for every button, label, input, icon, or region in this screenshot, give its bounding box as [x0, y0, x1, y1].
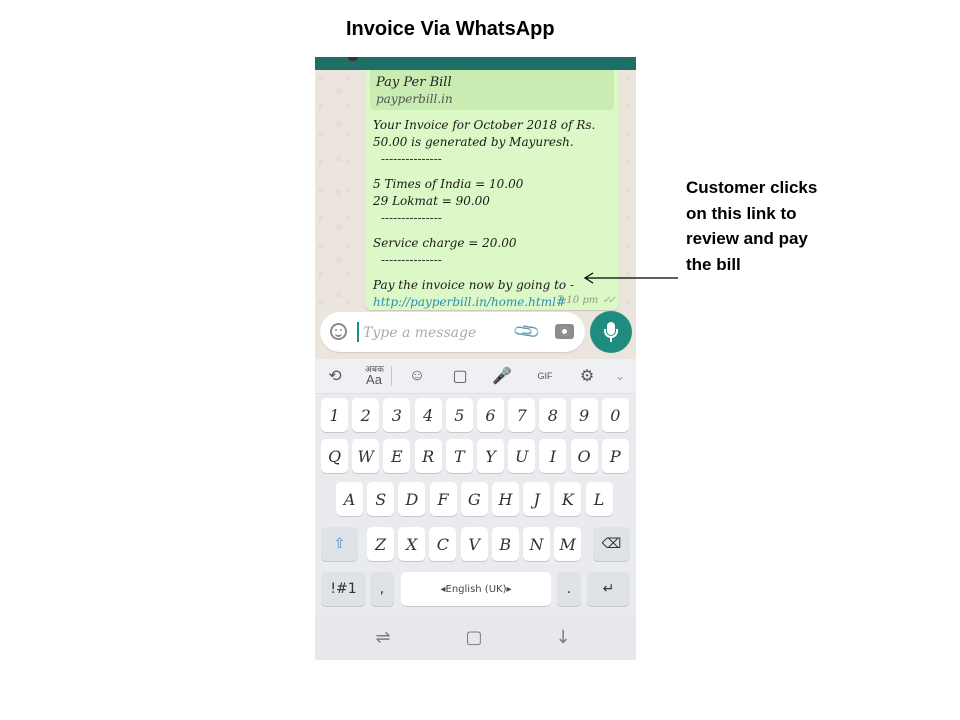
key-u[interactable]: U [508, 439, 536, 473]
period-key[interactable]: . [557, 572, 581, 606]
microphone-button[interactable] [590, 311, 632, 353]
gif-icon[interactable]: GIF [533, 364, 557, 388]
link-preview-title: Pay Per Bill [376, 75, 452, 90]
keyboard: ⟲ अबक Aa ☺ ▢ 🎤 GIF ⚙ ⌄ 1234567890QWERTYU… [315, 359, 636, 617]
message-meta: 7:10 pm ✓✓ [556, 295, 616, 306]
key-k[interactable]: K [554, 482, 582, 516]
smiley-icon[interactable]: ☺ [405, 364, 429, 388]
invoice-line-2: 50.00 is generated by Mayuresh. [373, 135, 574, 149]
message-input-row: 📎 [315, 309, 636, 359]
key-0[interactable]: 0 [601, 398, 629, 432]
sticker-icon[interactable]: ▢ [448, 364, 472, 388]
item-line: 5 Times of India = 10.00 [373, 177, 524, 191]
key-d[interactable]: D [398, 482, 426, 516]
key-v[interactable]: V [460, 527, 488, 561]
key-z[interactable]: Z [367, 527, 394, 561]
text-cursor [357, 322, 359, 342]
key-s[interactable]: S [367, 482, 395, 516]
back-icon[interactable]: ↓ [553, 628, 573, 648]
key-m[interactable]: M [554, 527, 582, 561]
key-l[interactable]: L [585, 482, 613, 516]
key-8[interactable]: 8 [539, 398, 567, 432]
key-o[interactable]: O [570, 439, 598, 473]
key-x[interactable]: X [398, 527, 426, 561]
message-input-pill: 📎 [320, 312, 585, 352]
key-7[interactable]: 7 [508, 398, 536, 432]
key-b[interactable]: B [491, 527, 519, 561]
symbols-key[interactable]: !#1 [321, 572, 366, 606]
annotation-arrow [583, 272, 678, 284]
chat-header [315, 57, 636, 70]
annotation-callout: Customer clicks on this link to review a… [686, 178, 818, 274]
space-bar[interactable]: ◂ English (UK) ▸ [401, 572, 551, 606]
key-e[interactable]: E [383, 439, 411, 473]
system-navbar: ⇌ ▢ ↓ [315, 617, 636, 660]
space-bar-label: English (UK) [445, 583, 507, 595]
collapse-chevron-icon[interactable]: ⌄ [610, 364, 630, 388]
message-input[interactable] [361, 320, 515, 346]
invoice-line-1: Your Invoice for October 2018 of Rs. [373, 118, 596, 132]
backspace-key[interactable]: ⌫ [593, 527, 630, 561]
voice-input-icon[interactable]: 🎤 [490, 364, 514, 388]
shift-key[interactable]: ⇧ [321, 527, 358, 561]
key-q[interactable]: Q [321, 439, 348, 473]
key-i[interactable]: I [539, 439, 567, 473]
divider-line: --------------- [381, 152, 442, 166]
divider-line: --------------- [381, 253, 442, 267]
key-y[interactable]: Y [477, 439, 504, 473]
key-9[interactable]: 9 [570, 398, 598, 432]
key-1[interactable]: 1 [321, 398, 348, 432]
contact-avatar[interactable] [348, 57, 358, 61]
translate-icon[interactable]: ⟲ [323, 364, 347, 388]
slide-title: Invoice Via WhatsApp [346, 18, 555, 40]
key-c[interactable]: C [429, 527, 457, 561]
comma-key[interactable]: , [370, 572, 394, 606]
item-line: 29 Lokmat = 90.00 [373, 194, 490, 208]
settings-icon[interactable]: ⚙ [575, 364, 599, 388]
key-3[interactable]: 3 [383, 398, 411, 432]
home-icon[interactable]: ▢ [464, 628, 484, 648]
link-preview[interactable]: Pay Per Bill payperbill.in [370, 70, 614, 110]
key-t[interactable]: T [445, 439, 473, 473]
key-h[interactable]: H [492, 482, 519, 516]
key-r[interactable]: R [414, 439, 442, 473]
key-a[interactable]: A [336, 482, 363, 516]
key-5[interactable]: 5 [445, 398, 473, 432]
service-charge-line: Service charge = 20.00 [373, 236, 517, 250]
double-check-icon: ✓✓ [602, 295, 616, 306]
key-g[interactable]: G [460, 482, 488, 516]
key-2[interactable]: 2 [352, 398, 380, 432]
divider-line: --------------- [381, 211, 442, 225]
language-small-label: अबक [365, 364, 384, 374]
paperclip-icon[interactable]: 📎 [512, 316, 542, 346]
key-4[interactable]: 4 [414, 398, 442, 432]
key-n[interactable]: N [523, 527, 550, 561]
keyboard-toolbar: ⟲ अबक Aa ☺ ▢ 🎤 GIF ⚙ ⌄ [315, 359, 636, 394]
key-p[interactable]: P [601, 439, 629, 473]
link-preview-domain: payperbill.in [376, 92, 453, 106]
enter-key[interactable]: ↵ [587, 572, 630, 606]
phone-screenshot: Pay Per Bill payperbill.in Your Invoice … [315, 57, 636, 660]
key-6[interactable]: 6 [477, 398, 504, 432]
key-j[interactable]: J [523, 482, 551, 516]
language-switch-button[interactable]: अबक Aa [361, 364, 387, 388]
message-time: 7:10 pm [556, 295, 599, 306]
camera-icon[interactable] [555, 324, 574, 339]
key-w[interactable]: W [352, 439, 380, 473]
recent-apps-icon[interactable]: ⇌ [373, 628, 393, 648]
key-f[interactable]: F [429, 482, 457, 516]
emoji-icon[interactable] [330, 323, 347, 340]
